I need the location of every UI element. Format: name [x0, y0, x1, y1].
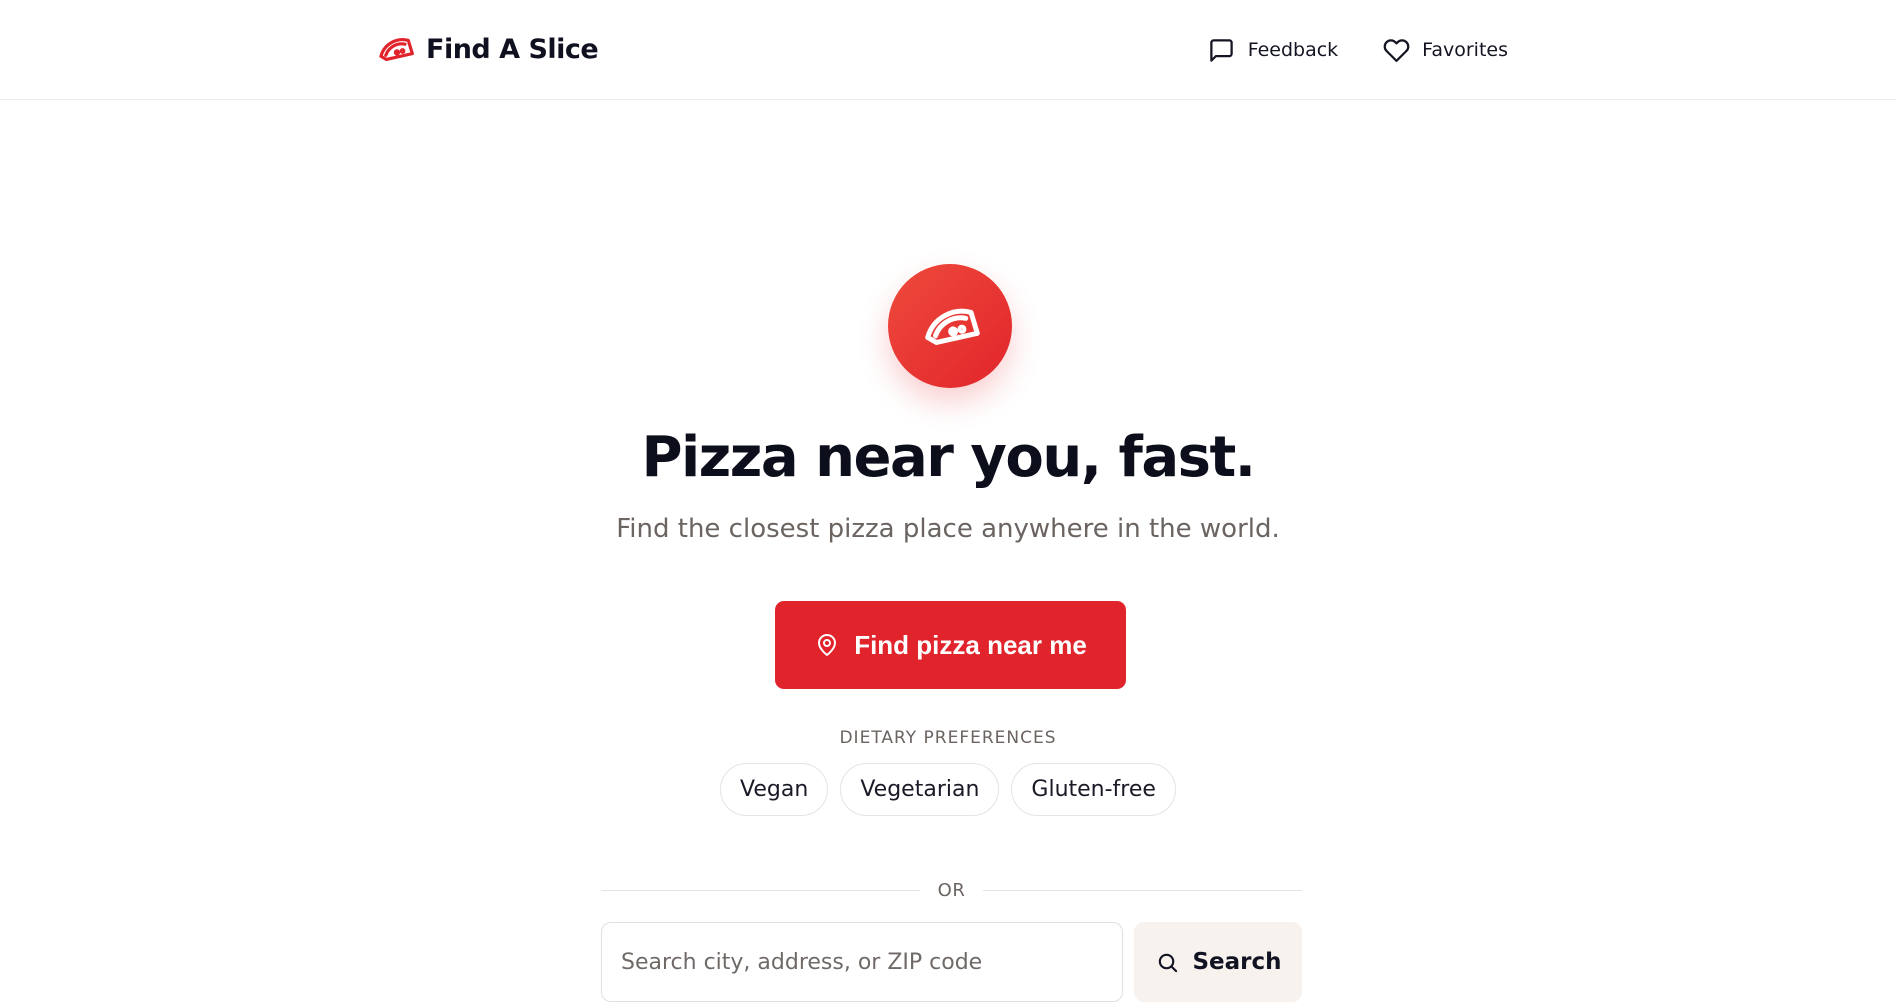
- pizza-slice-icon: [920, 296, 980, 356]
- message-square-icon: [1208, 36, 1236, 64]
- pizza-slice-icon: [376, 30, 414, 68]
- dietary-preferences-label: DIETARY PREFERENCES: [839, 728, 1057, 748]
- hero-pizza-badge: [888, 264, 1012, 388]
- main-nav: Feedback Favorites: [1208, 36, 1508, 64]
- top-header: Find A Slice Feedback Favorites: [0, 0, 1896, 100]
- or-text: OR: [937, 879, 966, 901]
- or-divider: OR: [601, 878, 1302, 902]
- search-button-label: Search: [1192, 949, 1282, 975]
- chip-gluten-free[interactable]: Gluten-free: [1011, 763, 1176, 816]
- divider-line-right: [983, 889, 1302, 891]
- nav-favorites-link[interactable]: Favorites: [1382, 36, 1508, 64]
- heart-icon: [1382, 36, 1410, 64]
- find-pizza-label: Find pizza near me: [854, 629, 1087, 660]
- location-search-input[interactable]: [601, 922, 1123, 1002]
- page-title: Pizza near you, fast.: [641, 425, 1256, 490]
- chip-vegan[interactable]: Vegan: [720, 763, 829, 816]
- page-subtitle: Find the closest pizza place anywhere in…: [616, 514, 1280, 544]
- search-button[interactable]: Search: [1134, 922, 1302, 1002]
- search-icon: [1154, 949, 1180, 975]
- divider-line-left: [601, 889, 920, 891]
- map-pin-icon: [814, 632, 840, 658]
- nav-favorites-label: Favorites: [1422, 39, 1508, 61]
- brand-logo-link[interactable]: Find A Slice: [376, 30, 599, 68]
- chip-vegetarian[interactable]: Vegetarian: [840, 763, 1000, 816]
- nav-feedback-link[interactable]: Feedback: [1208, 36, 1338, 64]
- brand-name: Find A Slice: [426, 33, 599, 65]
- dietary-chips: Vegan Vegetarian Gluten-free: [0, 763, 1896, 816]
- find-pizza-near-me-button[interactable]: Find pizza near me: [775, 601, 1126, 689]
- nav-feedback-label: Feedback: [1247, 39, 1339, 61]
